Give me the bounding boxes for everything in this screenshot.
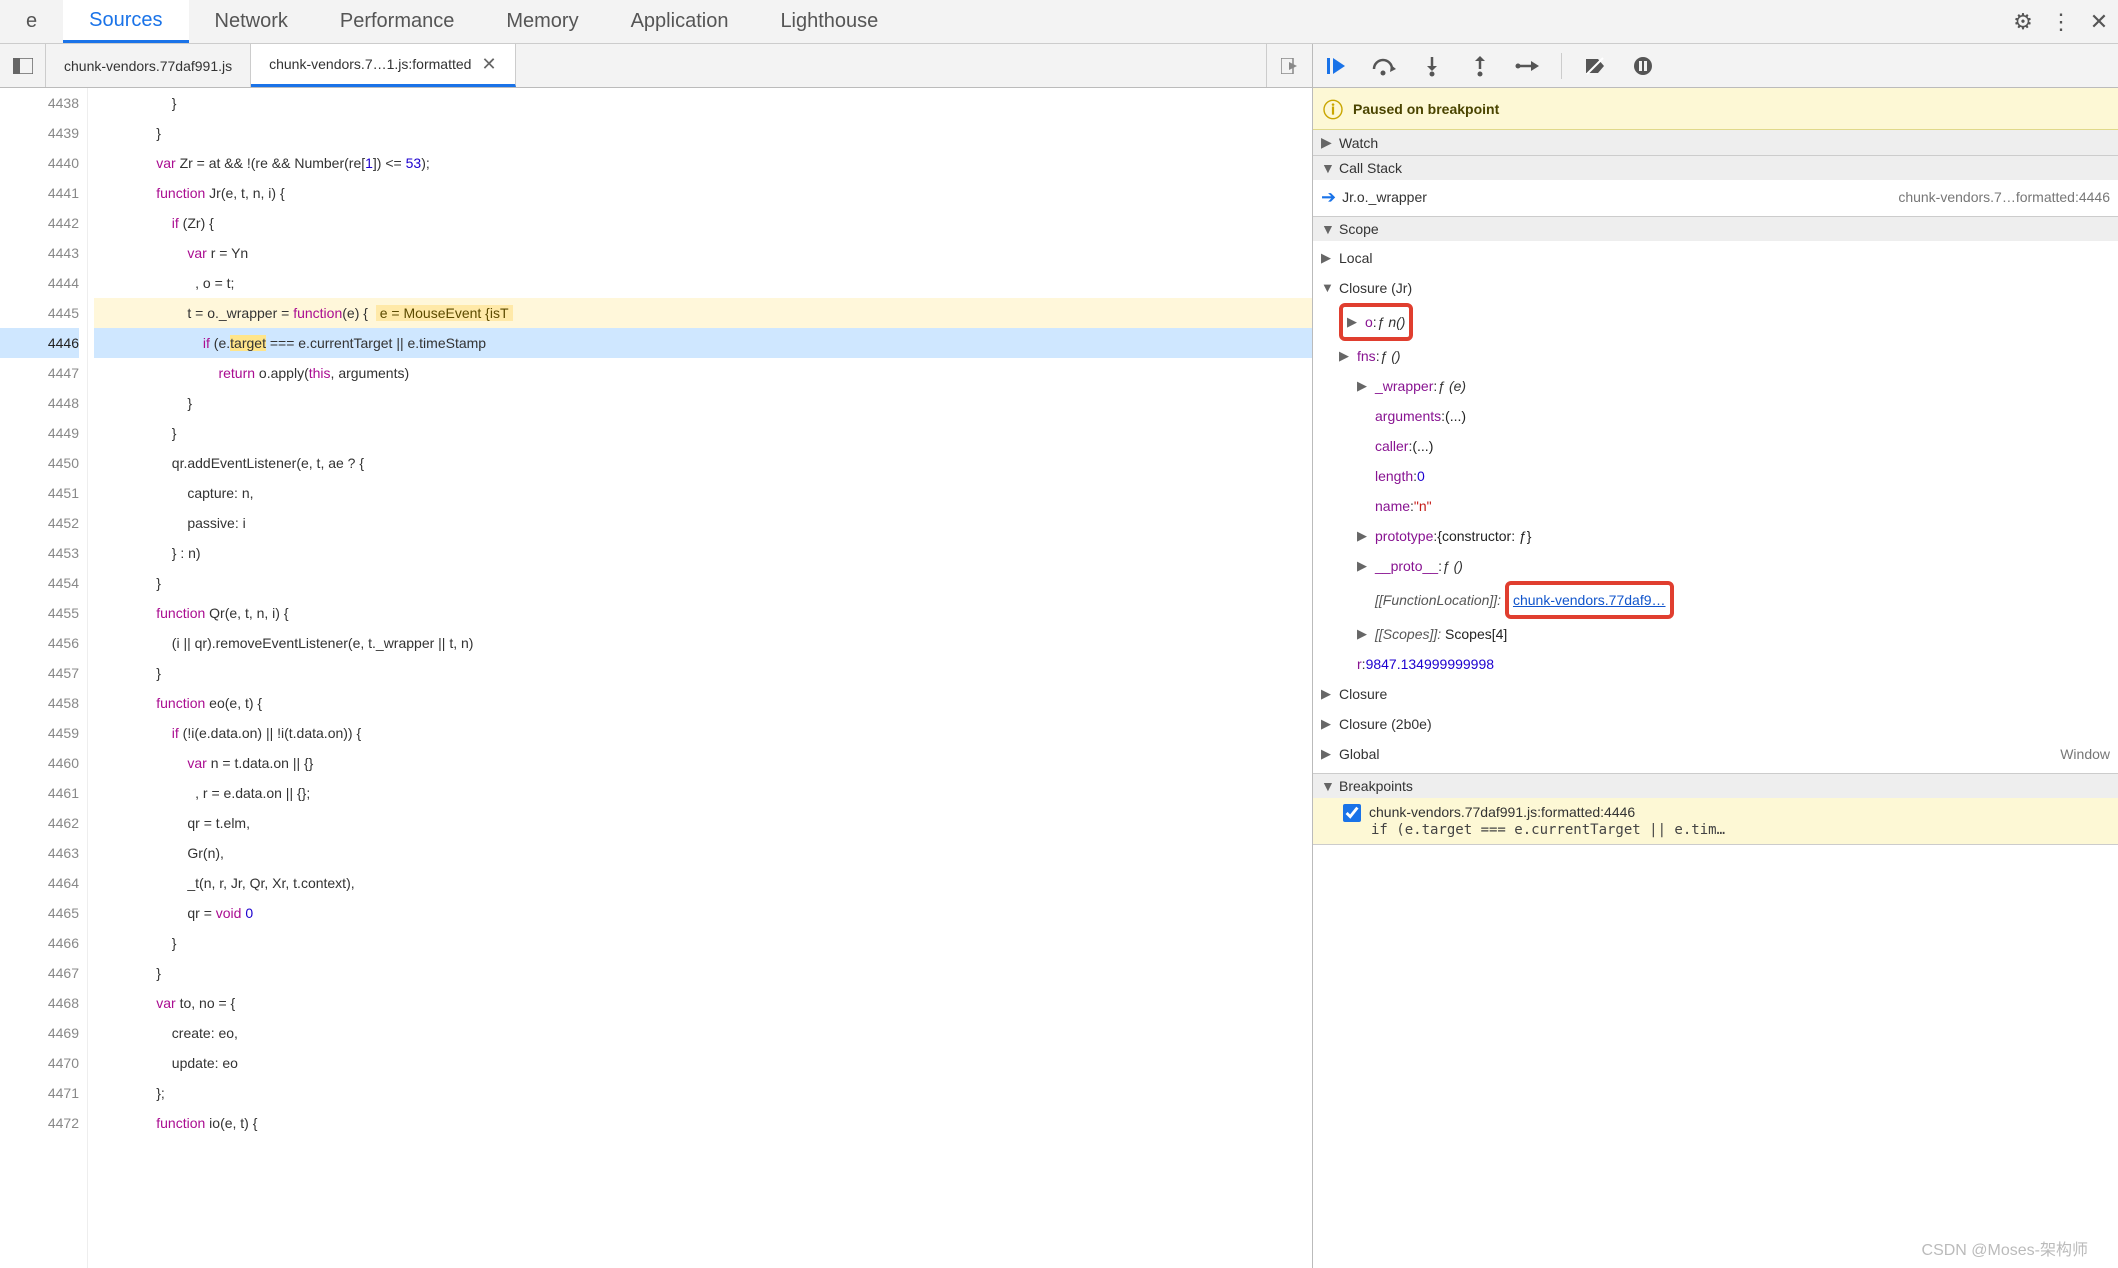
- tab-application[interactable]: Application: [605, 0, 755, 43]
- scope-prop-proto[interactable]: ▶__proto__: ƒ (): [1313, 551, 2118, 581]
- watermark: CSDN @Moses-架构师: [1922, 1236, 2088, 1260]
- tab-sources[interactable]: Sources: [63, 0, 188, 43]
- scope-prop-caller[interactable]: ▶caller: (...): [1313, 431, 2118, 461]
- devtools-tabbar: e Sources Network Performance Memory App…: [0, 0, 2118, 44]
- scope-group-global[interactable]: ▶GlobalWindow: [1313, 739, 2118, 769]
- current-frame-icon: ➔: [1321, 182, 1336, 212]
- tab-network[interactable]: Network: [189, 0, 314, 43]
- file-tab-1[interactable]: chunk-vendors.7…1.js:formatted ✕: [251, 44, 515, 87]
- breakpoints-section-header[interactable]: ▼Breakpoints: [1313, 774, 2118, 798]
- step-into-icon[interactable]: [1417, 51, 1447, 81]
- scope-prop-scopes[interactable]: ▶[[Scopes]]: Scopes[4]: [1313, 619, 2118, 649]
- function-location-link[interactable]: chunk-vendors.77daf9…: [1513, 585, 1666, 615]
- step-out-icon[interactable]: [1465, 51, 1495, 81]
- watch-section-header[interactable]: ▶Watch: [1313, 130, 2118, 155]
- step-icon[interactable]: [1513, 51, 1543, 81]
- paused-banner: ⓘ Paused on breakpoint: [1313, 88, 2118, 130]
- tab-performance[interactable]: Performance: [314, 0, 481, 43]
- gear-icon[interactable]: ⚙: [2004, 3, 2042, 41]
- scope-group-closure[interactable]: ▶Closure: [1313, 679, 2118, 709]
- scope-section-header[interactable]: ▼Scope: [1313, 217, 2118, 241]
- code-editor[interactable]: 4438443944404441444244434444444544464447…: [0, 88, 1312, 1268]
- scope-prop-wrapper[interactable]: ▶▶_wrapper: ƒ (e): [1313, 371, 2118, 401]
- tab-lighthouse[interactable]: Lighthouse: [754, 0, 904, 43]
- scope-prop-function-location[interactable]: ▶[[FunctionLocation]]: chunk-vendors.77d…: [1313, 581, 2118, 619]
- breakpoint-item[interactable]: chunk-vendors.77daf991.js:formatted:4446…: [1313, 798, 2118, 844]
- scope-prop-r[interactable]: ▶r: 9847.134999999998: [1313, 649, 2118, 679]
- callstack-frame[interactable]: ➔ Jr.o._wrapper chunk-vendors.7…formatte…: [1313, 182, 2118, 212]
- scope-group-closure-2b0e[interactable]: ▶Closure (2b0e): [1313, 709, 2118, 739]
- navigator-toggle-icon[interactable]: [0, 44, 46, 87]
- scope-prop-name[interactable]: ▶name: "n": [1313, 491, 2118, 521]
- debugger-toolbar: [1313, 44, 2118, 88]
- callstack-section-header[interactable]: ▼Call Stack: [1313, 156, 2118, 180]
- scope-prop-arguments[interactable]: ▶arguments: (...): [1313, 401, 2118, 431]
- scope-group-local[interactable]: ▶Local: [1313, 243, 2118, 273]
- breakpoint-checkbox[interactable]: [1343, 804, 1361, 822]
- tab-e[interactable]: e: [0, 0, 63, 43]
- deactivate-breakpoints-icon[interactable]: [1580, 51, 1610, 81]
- file-tabbar: chunk-vendors.77daf991.js chunk-vendors.…: [0, 44, 1312, 88]
- scope-prop-prototype[interactable]: ▶prototype: {constructor: ƒ}: [1313, 521, 2118, 551]
- scope-group-closure-jr[interactable]: ▼Closure (Jr): [1313, 273, 2118, 303]
- scope-prop-fns[interactable]: ▶fns: ƒ (): [1313, 341, 2118, 371]
- info-icon: ⓘ: [1323, 94, 1343, 123]
- step-over-icon[interactable]: [1369, 51, 1399, 81]
- file-tab-0[interactable]: chunk-vendors.77daf991.js: [46, 44, 251, 87]
- scope-prop-length[interactable]: ▶length: 0: [1313, 461, 2118, 491]
- kebab-icon[interactable]: ⋮: [2042, 3, 2080, 41]
- run-snippet-icon[interactable]: [1266, 44, 1312, 87]
- close-icon[interactable]: ✕: [481, 54, 496, 75]
- pause-on-exceptions-icon[interactable]: [1628, 51, 1658, 81]
- resume-icon[interactable]: [1321, 51, 1351, 81]
- scope-prop-o[interactable]: ▶o: ƒ n(): [1313, 303, 2118, 341]
- tab-memory[interactable]: Memory: [480, 0, 604, 43]
- close-icon[interactable]: ✕: [2080, 3, 2118, 41]
